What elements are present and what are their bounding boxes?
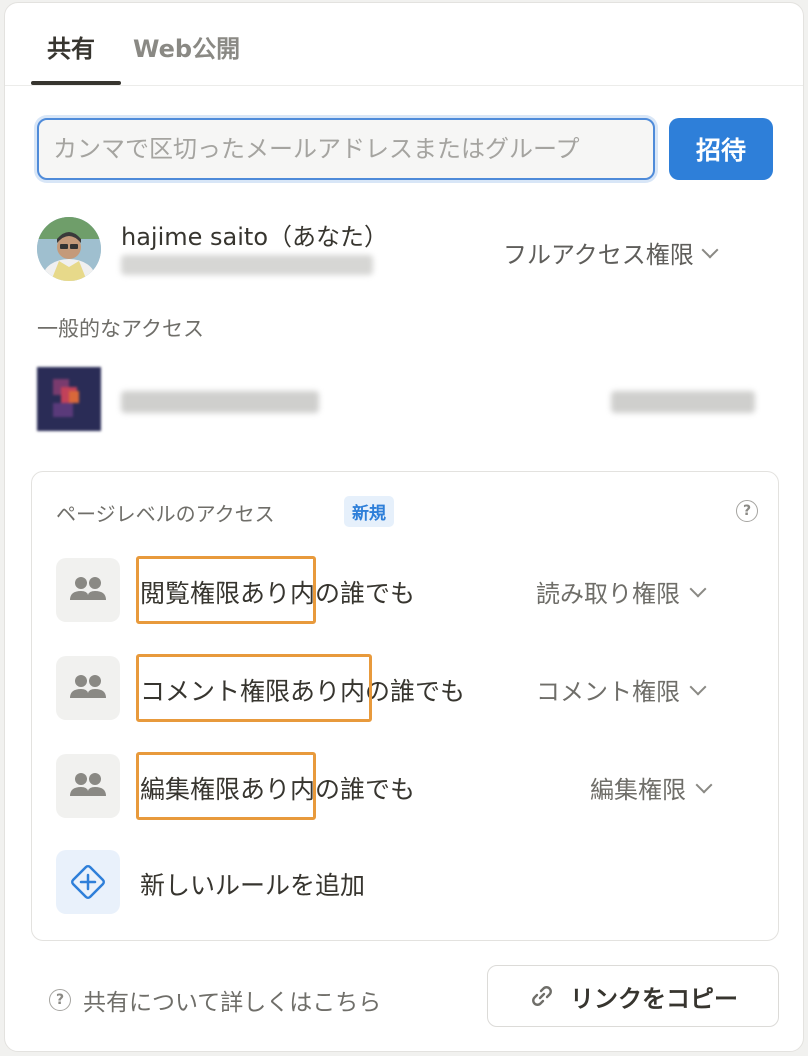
group-icon [56,754,120,818]
rule-group-name: 閲覧権限あり [140,579,291,608]
share-panel: 共有 Web公開 招待 hajime saito（あなた） フルアクセス権限 一… [4,2,804,1052]
rule-permission-dropdown[interactable]: コメント権限 [536,672,707,707]
chevron-down-icon [695,776,713,793]
tab-web-publish[interactable]: Web公開 [133,29,240,64]
owner-permission-dropdown[interactable]: フルアクセス権限 [503,235,719,270]
copy-link-label: リンクをコピー [570,984,738,1013]
rule-group-name: コメント権限あり [140,677,341,706]
access-rule-row: 閲覧権限あり内の誰でも 読み取り権限 [56,558,756,622]
add-rule-label: 新しいルールを追加 [140,871,366,900]
owner-permission-label: フルアクセス権限 [503,241,694,269]
tab-share[interactable]: 共有 [47,29,95,64]
rule-group-name: 編集権限あり [140,775,291,804]
user-name: hajime saito（あなた） [121,223,388,251]
link-icon [532,986,552,1006]
new-badge: 新規 [344,496,394,527]
workspace-permission-redacted[interactable] [611,391,755,413]
rule-permission-label: 読み取り権限 [536,580,680,608]
rule-permission-label: 編集権限 [590,776,686,804]
chevron-down-icon [689,678,707,695]
chevron-down-icon [701,241,719,258]
rule-label: 編集権限あり内の誰でも [140,770,415,806]
help-icon: ? [49,989,71,1011]
rule-permission-dropdown[interactable]: 編集権限 [590,770,713,805]
rule-scope-suffix: 内の誰でも [340,677,466,706]
workspace-name-redacted [121,391,319,413]
rule-permission-label: コメント権限 [536,678,680,706]
rule-label: コメント権限あり内の誰でも [140,672,465,708]
add-rule-button[interactable]: 新しいルールを追加 [56,850,756,914]
add-rule-icon [56,850,120,914]
rule-permission-dropdown[interactable]: 読み取り権限 [536,574,707,609]
active-tab-indicator [31,81,121,85]
chevron-down-icon [689,580,707,597]
rule-label: 閲覧権限あり内の誰でも [140,574,415,610]
tab-bar: 共有 Web公開 [5,3,803,86]
page-level-title: ページレベルのアクセス [56,502,275,526]
page-level-access-card: ページレベルのアクセス 新規 ? 閲覧権限あり内の誰でも 読み取り権限 コメント… [31,471,779,941]
general-access-label: 一般的なアクセス [37,317,204,341]
group-icon [56,558,120,622]
user-avatar [37,217,101,281]
workspace-icon [37,367,101,431]
access-rule-row: 編集権限あり内の誰でも 編集権限 [56,754,756,818]
user-email-redacted [121,255,373,275]
help-link[interactable]: ? 共有について詳しくはこちら [49,983,381,1017]
rule-scope-suffix: 内の誰でも [290,579,416,608]
help-icon[interactable]: ? [736,500,758,522]
invite-button[interactable]: 招待 [669,118,773,180]
access-rule-row: コメント権限あり内の誰でも コメント権限 [56,656,756,720]
rule-scope-suffix: 内の誰でも [290,775,416,804]
invite-email-input[interactable] [37,118,655,180]
help-link-text: 共有について詳しくはこちら [83,990,382,1016]
group-icon [56,656,120,720]
copy-link-button[interactable]: リンクをコピー [487,965,779,1027]
